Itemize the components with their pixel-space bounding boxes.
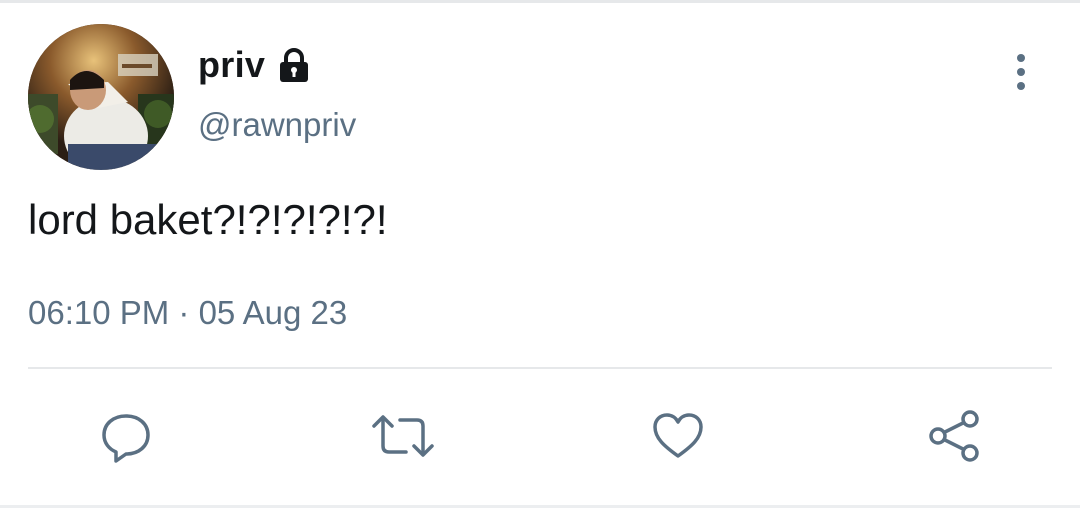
share-icon (929, 410, 979, 462)
retweet-button[interactable] (370, 408, 434, 464)
tweet-timestamp[interactable]: 06:10 PM · 05 Aug 23 (28, 294, 347, 332)
user-handle[interactable]: @rawnpriv (198, 106, 356, 144)
lock-icon (275, 46, 313, 84)
top-divider (0, 0, 1080, 3)
avatar[interactable] (28, 24, 174, 170)
tweet-text: lord baket?!?!?!?!?! (28, 196, 388, 243)
action-divider (28, 367, 1052, 369)
display-name[interactable]: priv (198, 40, 313, 90)
heart-icon (653, 413, 703, 458)
display-name-text[interactable]: priv (198, 44, 265, 86)
reply-button[interactable] (98, 408, 154, 464)
more-vertical-icon[interactable] (1003, 52, 1039, 92)
like-button[interactable] (650, 408, 706, 464)
comment-icon (102, 414, 150, 463)
retweet-icon (372, 415, 434, 457)
share-button[interactable] (926, 408, 982, 464)
